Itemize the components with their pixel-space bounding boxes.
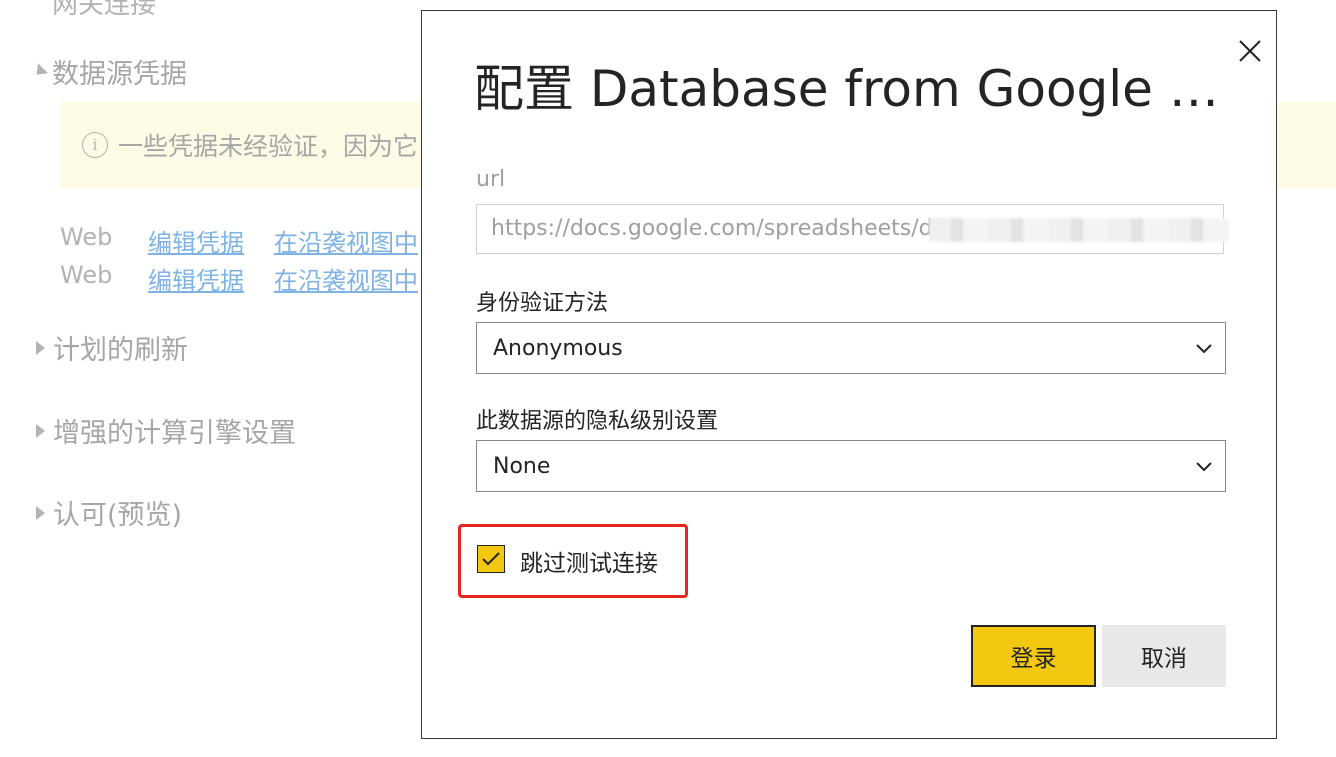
privacy-level-select[interactable]: None xyxy=(476,440,1226,492)
section-enhanced-compute-engine[interactable]: 增强的计算引擎设置 xyxy=(30,411,296,450)
cancel-button[interactable]: 取消 xyxy=(1102,625,1226,687)
privacy-level-value: None xyxy=(493,453,551,479)
auth-method-value: Anonymous xyxy=(493,335,623,361)
credential-row: Web 编辑凭据 在沿袭视图中 xyxy=(60,223,448,258)
close-icon[interactable] xyxy=(1236,37,1264,65)
skip-test-connection-label[interactable]: 跳过测试连接 xyxy=(520,544,658,578)
warning-text: 一些凭据未经验证，因为它 xyxy=(118,132,419,161)
checkmark-icon xyxy=(482,552,500,566)
auth-method-select[interactable]: Anonymous xyxy=(476,322,1226,374)
auth-method-label: 身份验证方法 xyxy=(476,291,609,316)
collapsed-triangle-icon xyxy=(36,505,45,520)
skip-test-connection-checkbox[interactable] xyxy=(477,545,505,573)
url-field[interactable]: https://docs.google.com/spreadsheets/d/ xyxy=(476,204,1229,254)
view-in-lineage-link[interactable]: 在沿袭视图中 xyxy=(274,223,418,258)
section-endorsement[interactable]: 认可(预览) xyxy=(30,493,182,532)
collapsed-triangle-icon xyxy=(36,423,45,438)
info-icon: i xyxy=(82,132,108,158)
credential-type: Web xyxy=(60,261,113,289)
chevron-down-icon xyxy=(1195,336,1213,361)
chevron-down-icon xyxy=(1195,454,1213,479)
section-data-source-credentials[interactable]: 数据源凭据 xyxy=(30,52,187,91)
section-title: 增强的计算引擎设置 xyxy=(53,418,296,449)
credential-row: Web 编辑凭据 在沿袭视图中 xyxy=(60,261,448,296)
section-title: 数据源凭据 xyxy=(52,59,187,90)
configure-data-source-dialog: 配置 Database from Google S... url https:/… xyxy=(421,10,1277,739)
sign-in-button[interactable]: 登录 xyxy=(971,625,1096,687)
redacted-url-segment xyxy=(929,218,1229,242)
privacy-level-label: 此数据源的隐私级别设置 xyxy=(476,409,719,434)
collapsed-triangle-icon xyxy=(36,340,45,355)
url-label: url xyxy=(476,167,506,192)
edit-credentials-link[interactable]: 编辑凭据 xyxy=(148,223,244,258)
section-title: 计划的刷新 xyxy=(53,335,188,366)
credential-type: Web xyxy=(60,223,113,251)
section-title: 认可(预览) xyxy=(53,500,183,531)
section-gateway-connection-cut: 网关连接 xyxy=(52,0,157,20)
dialog-title: 配置 Database from Google S... xyxy=(474,60,1234,118)
url-value: https://docs.google.com/spreadsheets/d/ xyxy=(491,216,941,241)
section-scheduled-refresh[interactable]: 计划的刷新 xyxy=(30,328,188,367)
expanded-triangle-icon xyxy=(31,63,48,80)
view-in-lineage-link[interactable]: 在沿袭视图中 xyxy=(274,261,418,296)
edit-credentials-link[interactable]: 编辑凭据 xyxy=(148,261,244,296)
